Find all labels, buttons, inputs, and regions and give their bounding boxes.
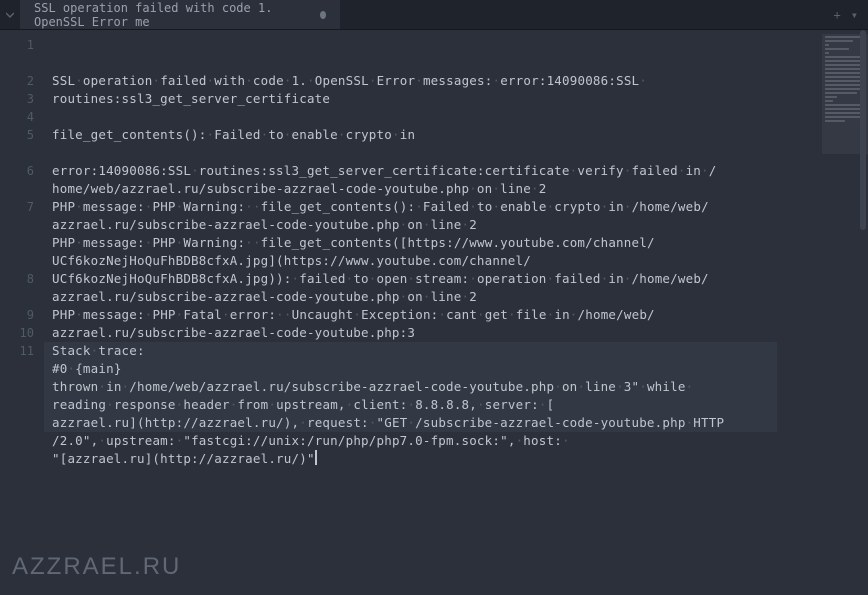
line-number: 10 xyxy=(0,324,34,342)
code-line: #0·{main} xyxy=(52,360,762,378)
text-cursor xyxy=(315,450,317,465)
vertical-scrollbar[interactable] xyxy=(858,30,868,595)
code-line xyxy=(52,108,762,126)
code-line xyxy=(52,144,762,162)
tab-title: SSL operation failed with code 1. OpenSS… xyxy=(34,1,310,29)
code-line: home/web/azzrael.ru/subscribe-azzrael-co… xyxy=(52,180,762,198)
editor: 1234567891011 SSL·operation·failed·with·… xyxy=(0,30,868,595)
code-line: /2.0",·upstream:·"fastcgi://unix:/run/ph… xyxy=(52,432,762,450)
code-line: thrown·in·/home/web/azzrael.ru/subscribe… xyxy=(52,378,762,396)
code-line: azzrael.ru/subscribe-azzrael-code-youtub… xyxy=(52,324,762,342)
code-area[interactable]: SSL·operation·failed·with·code·1.·OpenSS… xyxy=(44,30,822,595)
code-line: error:14090086:SSL·routines:ssl3_get_ser… xyxy=(52,162,762,180)
line-number-gutter: 1234567891011 xyxy=(0,30,44,595)
code-line: azzrael.ru](http://azzrael.ru/),·request… xyxy=(52,414,762,432)
line-number: 3 xyxy=(0,90,34,108)
code-line: reading·response·header·from·upstream,·c… xyxy=(52,396,762,414)
code-line: routines:ssl3_get_server_certificate xyxy=(52,90,762,108)
modified-indicator-icon xyxy=(320,11,326,19)
code-line: PHP·message:·PHP·Warning:··file_get_cont… xyxy=(52,234,762,252)
tab-bar: SSL operation failed with code 1. OpenSS… xyxy=(0,0,868,30)
line-number: 9 xyxy=(0,306,34,324)
line-number: 1 xyxy=(0,36,34,72)
line-number: 5 xyxy=(0,126,34,162)
line-number: 11 xyxy=(0,342,34,432)
tab-list-dropdown[interactable] xyxy=(0,0,20,29)
code-line: Stack·trace: xyxy=(52,342,762,360)
tab-menu-button[interactable]: ▾ xyxy=(851,8,858,22)
line-number: 8 xyxy=(0,270,34,306)
line-number: 7 xyxy=(0,198,34,270)
code-line: PHP·message:·PHP·Fatal·error:··Uncaught·… xyxy=(52,306,762,324)
line-number: 2 xyxy=(0,72,34,90)
code-line: SSL·operation·failed·with·code·1.·OpenSS… xyxy=(52,72,762,90)
scrollbar-thumb[interactable] xyxy=(860,30,866,230)
line-number: 6 xyxy=(0,162,34,198)
code-line: file_get_contents():·Failed·to·enable·cr… xyxy=(52,126,762,144)
new-tab-button[interactable]: + xyxy=(834,8,841,22)
code-line: azzrael.ru/subscribe-azzrael-code-youtub… xyxy=(52,288,762,306)
code-line: PHP·message:·PHP·Warning:··file_get_cont… xyxy=(52,198,762,216)
tab-active[interactable]: SSL operation failed with code 1. OpenSS… xyxy=(20,0,340,29)
chevron-down-icon xyxy=(6,11,14,19)
code-line: UCf6kozNejHoQuFhBDB8cfxA.jpg)):·failed·t… xyxy=(52,270,762,288)
code-line: UCf6kozNejHoQuFhBDB8cfxA.jpg](https://ww… xyxy=(52,252,762,270)
code-line: "[azzrael.ru](http://azzrael.ru/)" xyxy=(52,450,762,468)
code-line: azzrael.ru/subscribe-azzrael-code-youtub… xyxy=(52,216,762,234)
line-number: 4 xyxy=(0,108,34,126)
